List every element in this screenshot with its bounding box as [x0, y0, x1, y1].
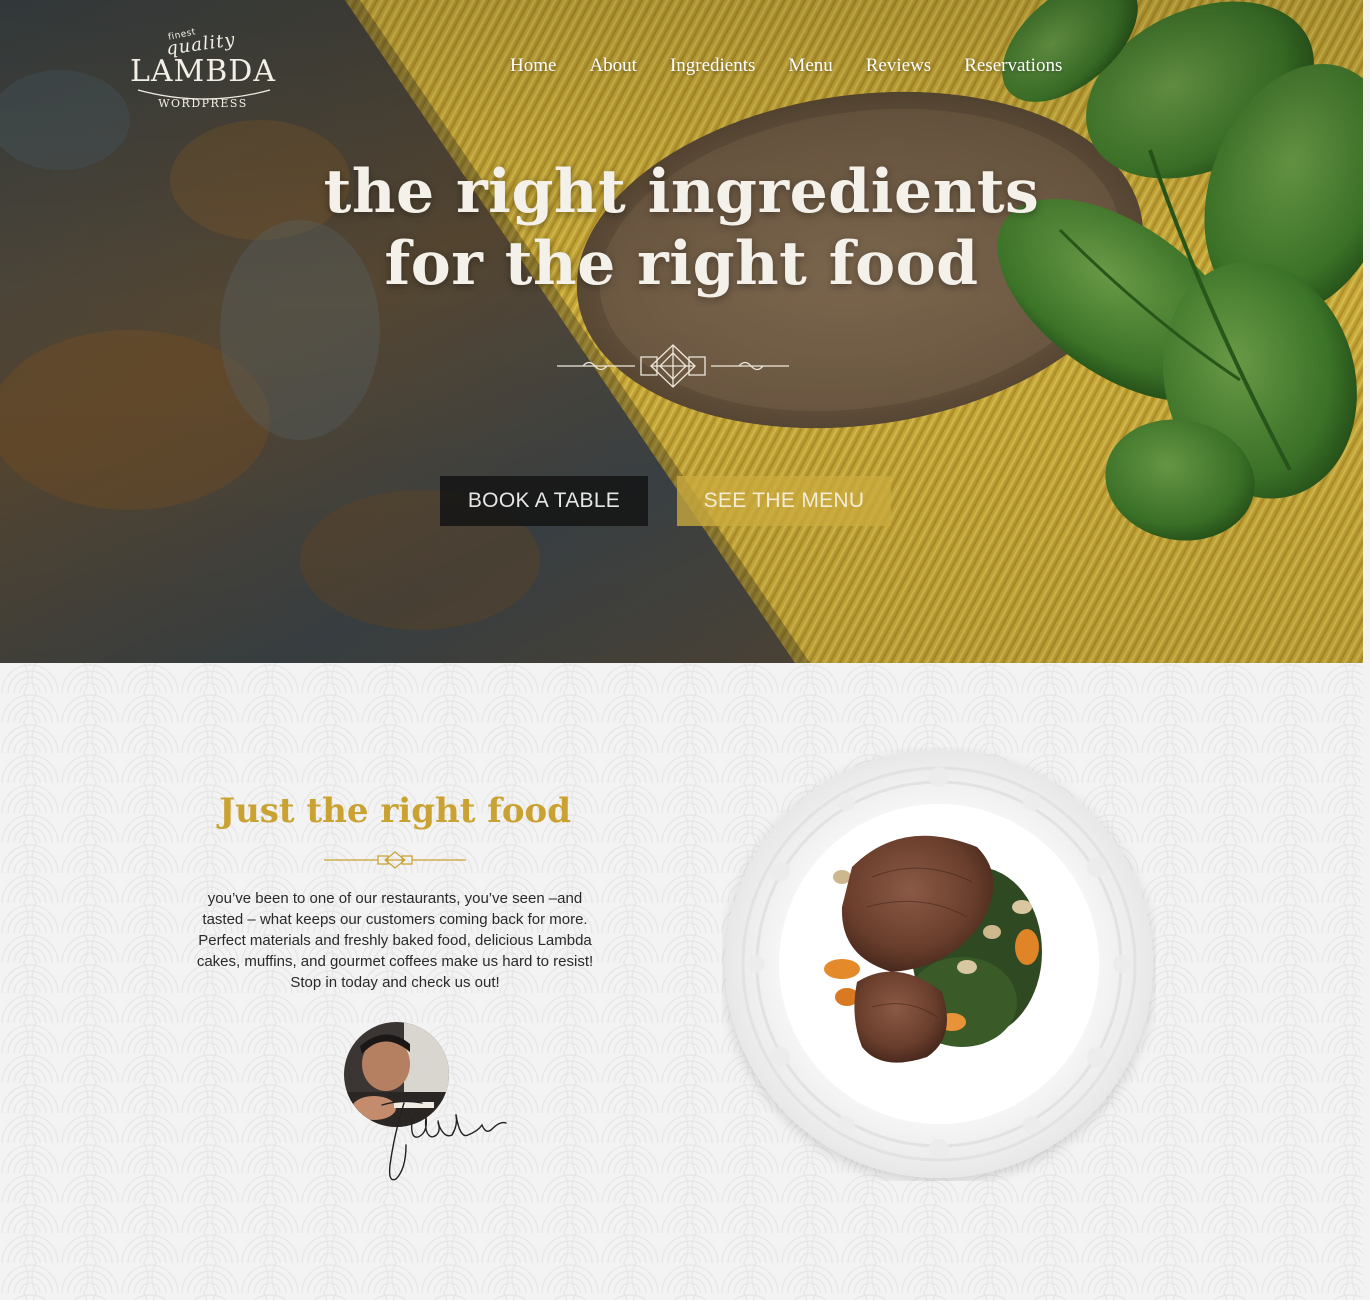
hero-title: the right ingredients for the right food	[0, 156, 1363, 300]
hero-title-line-1: the right ingredients	[323, 157, 1040, 227]
site-logo[interactable]: finest quality LAMBDA WORDPRESS	[122, 22, 284, 122]
about-title: Just the right food	[218, 791, 571, 831]
logo-sub-text: WORDPRESS	[158, 97, 248, 110]
nav-about[interactable]: About	[589, 55, 637, 77]
book-table-button[interactable]: BOOK A TABLE	[440, 476, 648, 526]
about-description: you’ve been to one of our restaurants, y…	[196, 890, 594, 991]
about-section: Just the right food you’ve been to one o…	[0, 663, 1363, 1300]
see-menu-button[interactable]: SEE THE MENU	[677, 476, 891, 526]
hero-title-line-2: for the right food	[384, 229, 979, 299]
nav-ingredients[interactable]: Ingredients	[670, 55, 755, 77]
nav-reviews[interactable]: Reviews	[866, 55, 931, 77]
main-nav: Home About Ingredients Menu Reviews Rese…	[510, 55, 1062, 77]
logo-name: LAMBDA	[129, 54, 277, 89]
chef-signature	[381, 1100, 507, 1181]
nav-home[interactable]: Home	[510, 55, 556, 77]
nav-reservations[interactable]: Reservations	[964, 55, 1062, 77]
nav-menu[interactable]: Menu	[788, 55, 832, 77]
gold-ornament-icon	[324, 851, 466, 869]
steak-plate-image	[725, 750, 1153, 1178]
ornament-divider-icon	[557, 344, 789, 388]
hero-section: finest quality LAMBDA WORDPRESS Home Abo…	[0, 0, 1363, 663]
